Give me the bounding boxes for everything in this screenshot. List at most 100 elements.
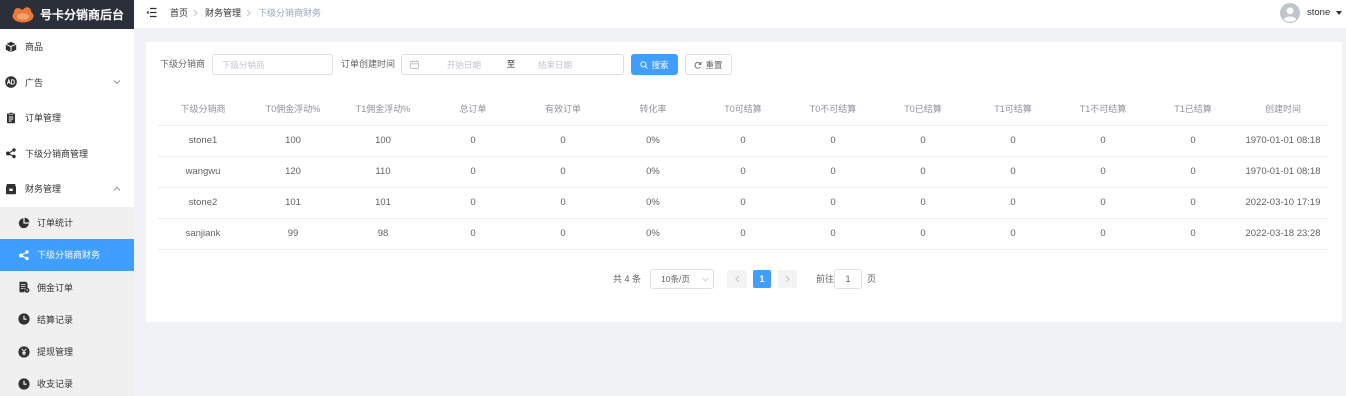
app-title: 号卡分销商后台 <box>40 8 125 22</box>
column-header-total-orders: 总订单 <box>428 93 518 126</box>
next-page-button[interactable] <box>778 270 797 288</box>
cell-t1-settled: 0 <box>1148 187 1238 219</box>
logo-bar: 号卡分销商后台 <box>0 0 134 29</box>
share-nodes-icon <box>19 250 29 261</box>
chevron-right-icon <box>785 275 790 283</box>
sidebar-item-label: 财务管理 <box>25 184 62 195</box>
cell-t1-settled: 0 <box>1148 156 1238 188</box>
column-header-t1-settleable: T1可结算 <box>968 93 1058 126</box>
cell-created-time: 1970-01-01 08:18 <box>1238 156 1328 188</box>
sidebar-item-commission-orders[interactable]: 佣金订单 <box>0 271 134 303</box>
sidebar-item-ads[interactable]: 广告 <box>0 65 134 101</box>
cell-distributor: sanjiank <box>158 218 248 250</box>
table-row: sanjiank 99 98 0 0 0% 0 0 0 0 0 0 2022-0… <box>158 218 1328 250</box>
created-time-date-range[interactable]: 至 <box>401 54 624 75</box>
yen-circle-icon <box>18 346 30 358</box>
document-icon <box>19 281 30 293</box>
reset-button[interactable]: 重置 <box>685 54 732 75</box>
cell-distributor: wangwu <box>158 156 248 188</box>
column-header-t0-settleable: T0可结算 <box>698 93 788 126</box>
page-size-select[interactable]: 10条/页 <box>650 269 714 289</box>
clock-icon <box>18 378 30 390</box>
cell-t1-commission-float: 101 <box>338 187 428 219</box>
pagination-total: 共 4 条 <box>613 274 642 284</box>
breadcrumb-separator-icon <box>193 9 198 16</box>
cell-t1-unsettleable: 0 <box>1058 156 1148 188</box>
sidebar-item-settlement-records[interactable]: 结算记录 <box>0 303 134 335</box>
logo-icon <box>12 6 34 22</box>
fold-menu-icon[interactable] <box>146 7 157 18</box>
sidebar-item-label: 订单管理 <box>25 113 62 124</box>
sidebar-item-finance-management[interactable]: 财务管理 <box>0 171 134 207</box>
cell-t0-commission-float: 99 <box>248 218 338 250</box>
user-name[interactable]: stone <box>1307 0 1330 26</box>
clipboard-icon <box>7 111 15 123</box>
sidebar-item-label: 佣金订单 <box>37 282 74 293</box>
cell-valid-orders: 0 <box>518 187 608 219</box>
start-date-input[interactable] <box>424 57 504 72</box>
cell-conversion-rate: 0% <box>608 218 698 250</box>
table-header-row: 下级分销商 T0佣金浮动% T1佣金浮动% 总订单 有效订单 转化率 T0可结算… <box>158 93 1328 126</box>
breadcrumb-current-page: 下级分销商财务 <box>258 8 322 18</box>
sidebar-item-sub-distributor-management[interactable]: 下级分销商管理 <box>0 136 134 172</box>
page-number-active[interactable]: 1 <box>753 270 771 288</box>
cell-valid-orders: 0 <box>518 125 608 157</box>
chevron-down-icon <box>113 80 121 85</box>
cell-t0-settleable: 0 <box>698 125 788 157</box>
distributor-filter-input[interactable] <box>212 54 333 75</box>
breadcrumb-separator-icon <box>246 9 251 16</box>
cell-t1-settleable: 0 <box>968 218 1058 250</box>
breadcrumb-home[interactable]: 首页 <box>170 6 188 19</box>
caret-down-icon[interactable] <box>1336 11 1342 15</box>
cell-t1-commission-float: 110 <box>338 156 428 188</box>
search-icon <box>640 60 649 69</box>
cell-valid-orders: 0 <box>518 218 608 250</box>
sidebar-item-order-management[interactable]: 订单管理 <box>0 100 134 136</box>
sidebar-item-label: 结算记录 <box>37 314 74 325</box>
sidebar-item-withdrawal-management[interactable]: 提现管理 <box>0 336 134 368</box>
cell-t0-unsettleable: 0 <box>788 187 878 219</box>
cell-t1-settleable: 0 <box>968 125 1058 157</box>
cell-total-orders: 0 <box>428 125 518 157</box>
end-date-input[interactable] <box>515 57 595 72</box>
sidebar-item-products[interactable]: 商品 <box>0 29 134 65</box>
wallet-icon <box>6 183 16 194</box>
cell-t0-unsettleable: 0 <box>788 156 878 188</box>
sidebar: 号卡分销商后台 商品 广告 订单管理 下级分销商管理 财务管理 订单统计 下级分… <box>0 0 134 396</box>
goto-page-input[interactable] <box>834 269 862 289</box>
sub-distributor-finance-table: 下级分销商 T0佣金浮动% T1佣金浮动% 总订单 有效订单 转化率 T0可结算… <box>158 93 1328 250</box>
sidebar-item-order-statistics[interactable]: 订单统计 <box>0 207 134 239</box>
goto-label: 前往 <box>816 274 835 284</box>
prev-page-button[interactable] <box>727 270 747 288</box>
cell-t0-settled: 0 <box>878 125 968 157</box>
cell-total-orders: 0 <box>428 156 518 188</box>
clock-icon <box>18 313 30 325</box>
refresh-icon <box>695 61 703 69</box>
finance-submenu: 订单统计 下级分销商财务 佣金订单 结算记录 提现管理 收支记录 <box>0 206 134 396</box>
cube-icon <box>5 41 17 52</box>
sidebar-item-income-expense-records[interactable]: 收支记录 <box>0 368 134 396</box>
sidebar-item-sub-distributor-finance[interactable]: 下级分销商财务 <box>0 238 134 271</box>
cell-total-orders: 0 <box>428 187 518 219</box>
column-header-t0-settled: T0已结算 <box>878 93 968 126</box>
cell-t0-settleable: 0 <box>698 218 788 250</box>
cell-t0-commission-float: 101 <box>248 187 338 219</box>
pie-chart-icon <box>18 217 30 228</box>
column-header-t1-unsettleable: T1不可结算 <box>1058 93 1148 126</box>
cell-created-time: 2022-03-18 23:28 <box>1238 218 1328 250</box>
search-button[interactable]: 搜索 <box>631 54 678 75</box>
column-header-t1-settled: T1已结算 <box>1148 93 1238 126</box>
cell-conversion-rate: 0% <box>608 125 698 157</box>
content-card: 下级分销商 订单创建时间 至 搜索 重置 下级分销商 T0佣金浮动% T1佣金浮 <box>146 42 1342 322</box>
cell-t1-settleable: 0 <box>968 187 1058 219</box>
calendar-icon <box>410 60 419 69</box>
reset-button-label: 重置 <box>705 59 723 70</box>
chevron-up-icon <box>113 186 121 191</box>
chevron-left-icon <box>734 275 739 283</box>
user-avatar-icon[interactable] <box>1280 3 1300 23</box>
chevron-down-icon <box>702 277 709 282</box>
cell-total-orders: 0 <box>428 218 518 250</box>
created-time-filter-label: 订单创建时间 <box>341 59 396 69</box>
cell-created-time: 2022-03-10 17:19 <box>1238 187 1328 219</box>
table-row: stone2 101 101 0 0 0% 0 0 0 0 0 0 2022-0… <box>158 187 1328 219</box>
